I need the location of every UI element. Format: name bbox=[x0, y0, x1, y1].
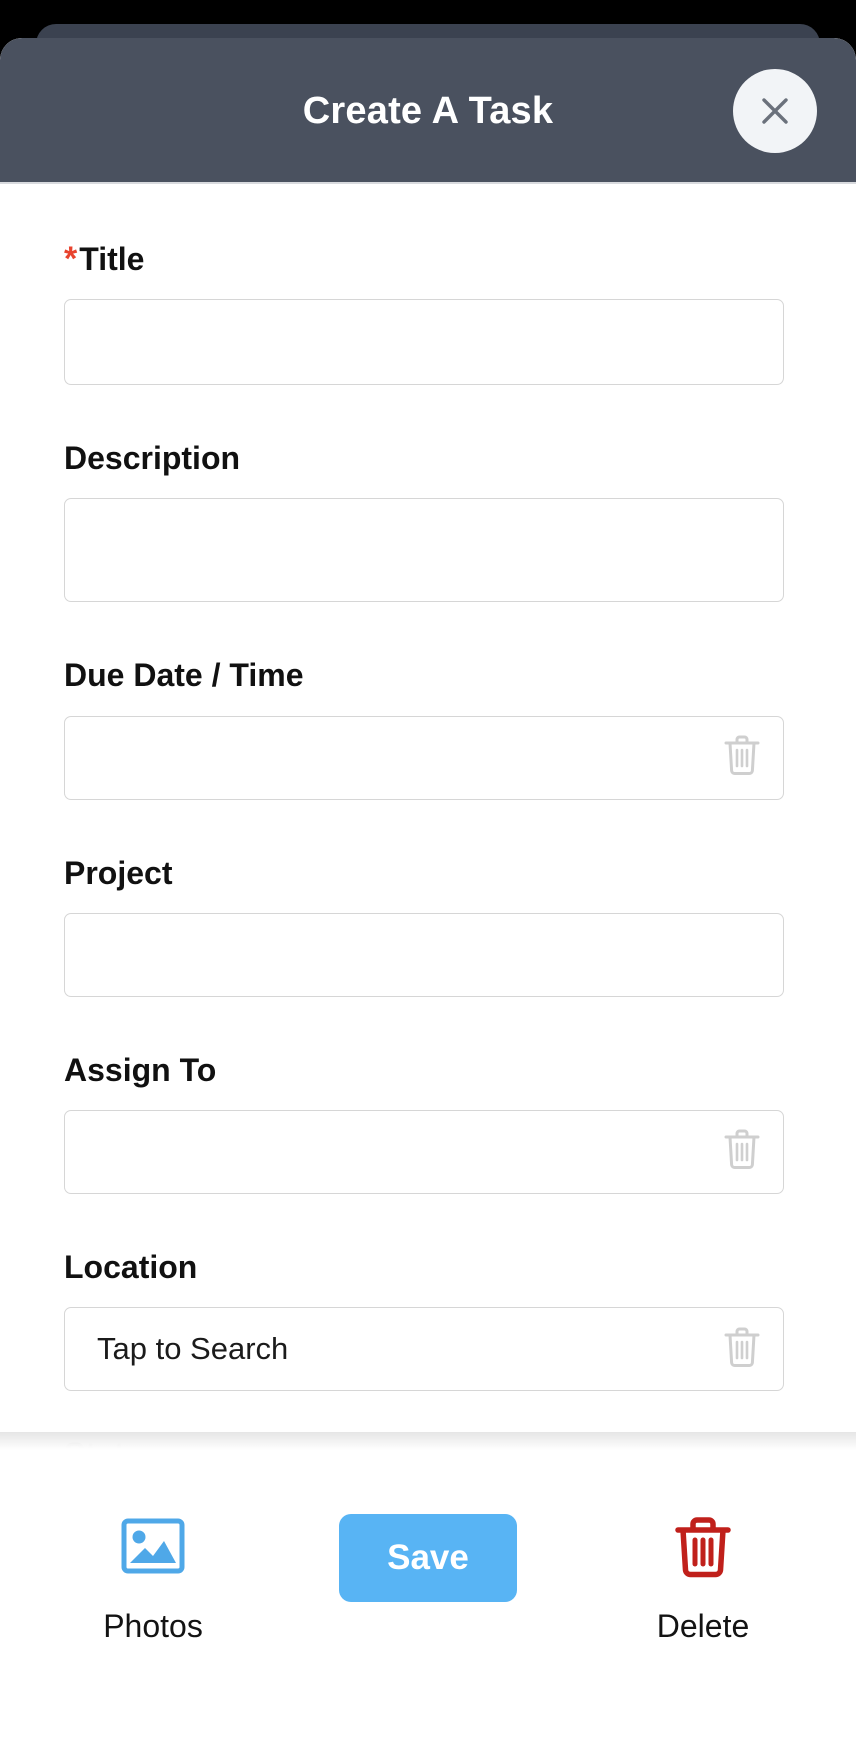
save-button-label: Save bbox=[387, 1538, 469, 1578]
close-button[interactable] bbox=[733, 69, 817, 153]
label-text: Due Date / Time bbox=[64, 658, 303, 693]
trash-icon bbox=[722, 733, 762, 782]
location-input-value: Tap to Search bbox=[65, 1331, 288, 1367]
field-project: Project bbox=[0, 856, 856, 997]
field-label-title: * Title bbox=[64, 242, 784, 277]
assign-to-input[interactable] bbox=[64, 1110, 784, 1194]
field-label-description: Description bbox=[64, 441, 784, 476]
image-icon bbox=[118, 1510, 188, 1584]
photos-label: Photos bbox=[103, 1608, 203, 1645]
location-input[interactable]: Tap to Search bbox=[64, 1307, 784, 1391]
due-date-input[interactable] bbox=[64, 716, 784, 800]
field-description: Description bbox=[0, 441, 856, 602]
field-label-project: Project bbox=[64, 856, 784, 891]
label-text: Project bbox=[64, 856, 172, 891]
trash-icon bbox=[722, 1127, 762, 1176]
required-asterisk: * bbox=[64, 242, 77, 276]
field-location: Location Tap to Search bbox=[0, 1250, 856, 1391]
title-input[interactable] bbox=[64, 299, 784, 385]
field-status: Status bbox=[0, 1437, 856, 1448]
label-text: Description bbox=[64, 441, 240, 476]
field-label-location: Location bbox=[64, 1250, 784, 1285]
field-title: * Title bbox=[0, 242, 856, 385]
field-label-assign-to: Assign To bbox=[64, 1053, 784, 1088]
create-task-modal: Create A Task * Title bbox=[0, 38, 856, 1754]
label-text: Status bbox=[64, 1437, 162, 1448]
save-button[interactable]: Save bbox=[339, 1514, 517, 1602]
field-label-due-date: Due Date / Time bbox=[64, 658, 784, 693]
location-clear-button[interactable] bbox=[719, 1324, 765, 1374]
modal-header: Create A Task bbox=[0, 38, 856, 184]
assign-to-clear-button[interactable] bbox=[719, 1127, 765, 1177]
delete-label: Delete bbox=[657, 1608, 750, 1645]
field-due-date: Due Date / Time bbox=[0, 658, 856, 799]
delete-button[interactable]: Delete bbox=[608, 1510, 798, 1645]
form-scroll-area[interactable]: * Title Description bbox=[0, 184, 856, 1448]
project-input[interactable] bbox=[64, 913, 784, 997]
close-x-icon bbox=[753, 89, 797, 133]
modal-footer: Photos Save Dele bbox=[0, 1448, 856, 1754]
due-date-clear-button[interactable] bbox=[719, 733, 765, 783]
photos-button[interactable]: Photos bbox=[58, 1510, 248, 1645]
description-input[interactable] bbox=[64, 498, 784, 602]
label-text: Assign To bbox=[64, 1053, 216, 1088]
label-text: Title bbox=[79, 242, 144, 277]
page-title: Create A Task bbox=[303, 90, 553, 133]
field-label-status: Status bbox=[64, 1437, 784, 1448]
trash-icon bbox=[672, 1510, 734, 1584]
save-button-wrapper: Save bbox=[333, 1510, 523, 1602]
label-text: Location bbox=[64, 1250, 197, 1285]
field-assign-to: Assign To bbox=[0, 1053, 856, 1194]
trash-icon bbox=[722, 1325, 762, 1374]
phone-screen: Create A Task * Title bbox=[0, 0, 856, 1754]
